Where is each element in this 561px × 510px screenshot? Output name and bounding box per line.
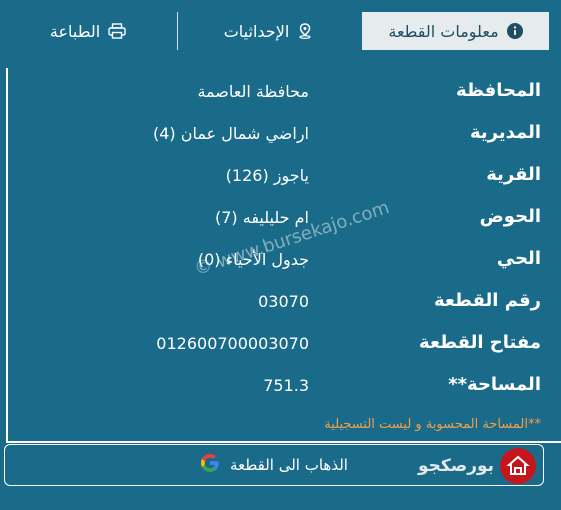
go-to-plot-label: الذهاب الى القطعة <box>230 456 348 474</box>
row-value: 03070 <box>258 292 309 311</box>
area-note: **المساحة المحسوبة و ليست التسجيلية <box>324 417 541 432</box>
row-label: القرية <box>486 164 541 185</box>
brand-text: بورصكجو <box>418 456 495 476</box>
house-logo-icon <box>500 448 537 484</box>
row-area: المساحة** 751.3 <box>6 366 561 408</box>
row-label: الحي <box>496 248 541 269</box>
row-value: ياجوز (126) <box>225 166 309 185</box>
tab-plot-info[interactable]: معلومات القطعة <box>362 12 549 50</box>
info-icon <box>506 23 523 39</box>
row-value: 751.3 <box>263 376 309 395</box>
row-label: مفتاح القطعة <box>419 332 541 353</box>
tab-coordinates-label: الإحداثيات <box>223 21 290 41</box>
row-village: القرية ياجوز (126) <box>6 156 561 198</box>
tab-bar: معلومات القطعة الإحداثيات الطباعة <box>0 0 561 52</box>
row-label: المحافظة <box>456 80 541 101</box>
tab-print-label: الطباعة <box>49 21 101 41</box>
tab-print[interactable]: الطباعة <box>0 12 176 50</box>
row-label: رقم القطعة <box>433 290 541 311</box>
row-plot-key: مفتاح القطعة 012600700003070 <box>6 324 561 366</box>
tab-plot-info-label: معلومات القطعة <box>388 21 499 41</box>
brand-logo: بورصكجو <box>418 448 544 484</box>
row-value: اراضي شمال عمان (4) <box>152 124 309 143</box>
row-label: المساحة** <box>448 374 541 395</box>
row-value: ام حليليفه (7) <box>214 208 309 227</box>
row-value: 012600700003070 <box>156 334 309 353</box>
row-plot-number: رقم القطعة 03070 <box>6 282 561 324</box>
tab-coordinates[interactable]: الإحداثيات <box>177 12 359 50</box>
row-label: الحوض <box>479 206 541 227</box>
plot-info-panel: المحافظة محافظة العاصمة المديرية اراضي ش… <box>6 68 561 443</box>
row-directorate: المديرية اراضي شمال عمان (4) <box>6 114 561 156</box>
row-governorate: المحافظة محافظة العاصمة <box>6 72 561 114</box>
location-pin-icon <box>297 23 313 39</box>
printer-icon <box>108 23 126 39</box>
google-icon <box>200 453 220 477</box>
row-value: محافظة العاصمة <box>197 82 309 101</box>
row-label: المديرية <box>469 122 541 143</box>
